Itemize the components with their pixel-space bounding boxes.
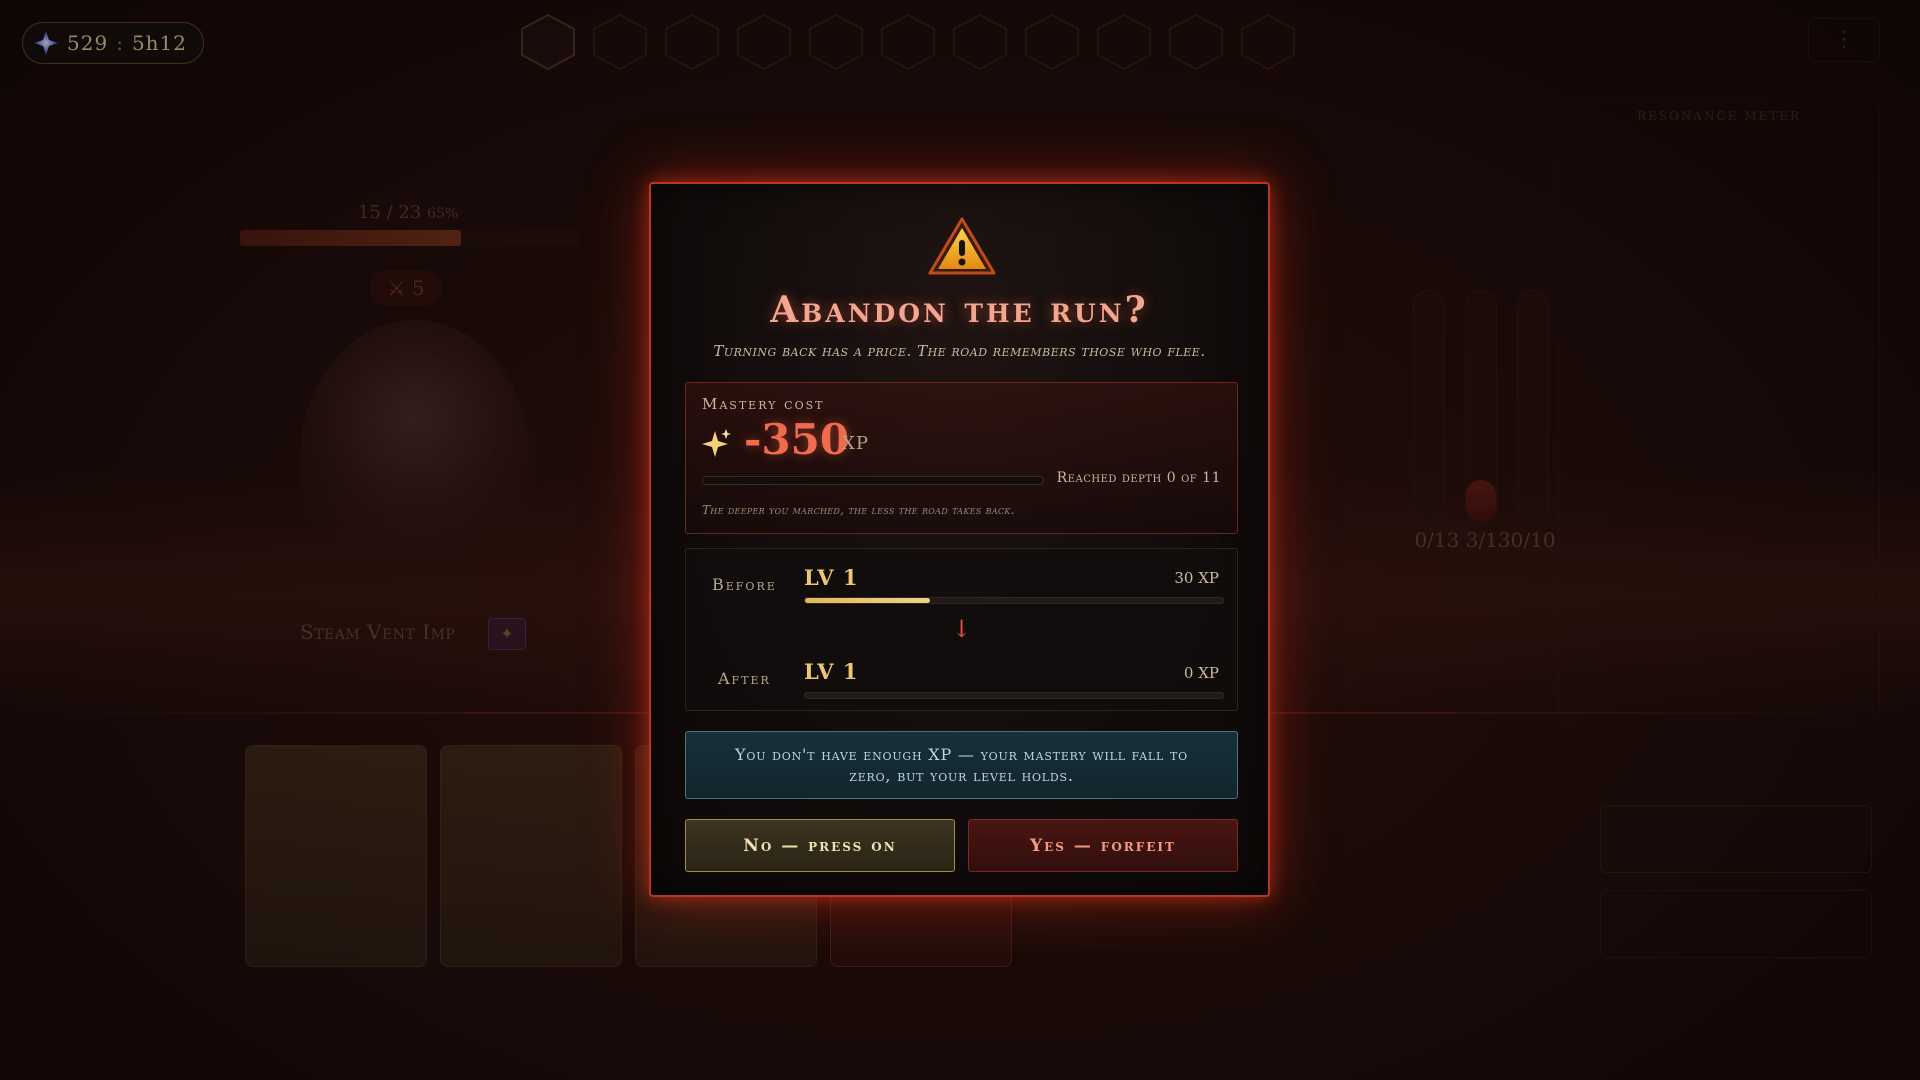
press-on-button[interactable]: No — press on [685,819,955,872]
mastery-cost-unit: XP [842,433,869,454]
abandon-run-dialog: Abandon the run? Turning back has a pric… [649,182,1270,897]
after-xp-bar [804,692,1224,699]
after-xp: 0 XP [1183,664,1219,682]
before-label: Before [712,575,777,594]
before-level: LV 1 [804,565,859,590]
before-xp: 30 XP [1174,569,1219,587]
sparkle-icon [702,427,732,459]
dialog-subtitle: Turning back has a price. The road remem… [713,342,1206,360]
depth-reached-text: Reached depth 0 of 11 [1056,470,1221,486]
mastery-cost-panel: Mastery cost -350 XP Reached depth 0 of … [685,382,1238,534]
warning-triangle-icon [928,216,996,276]
after-label: After [718,669,771,688]
mastery-cost-note: The deeper you marched, the less the roa… [702,503,1015,517]
dialog-title: Abandon the run? [770,289,1149,331]
depth-progress-bar [702,476,1044,485]
mastery-cost-value: -350 [744,415,850,464]
before-xp-bar [804,597,1224,604]
mastery-warning-message: You don't have enough XP — your mastery … [685,731,1238,799]
after-level: LV 1 [804,659,859,684]
mastery-cost-label: Mastery cost [702,395,825,413]
level-comparison-panel: Before LV 1 30 XP ↓ After LV 1 0 XP [685,548,1238,711]
forfeit-button[interactable]: Yes — forfeit [968,819,1238,872]
down-arrow-icon: ↓ [951,615,972,643]
